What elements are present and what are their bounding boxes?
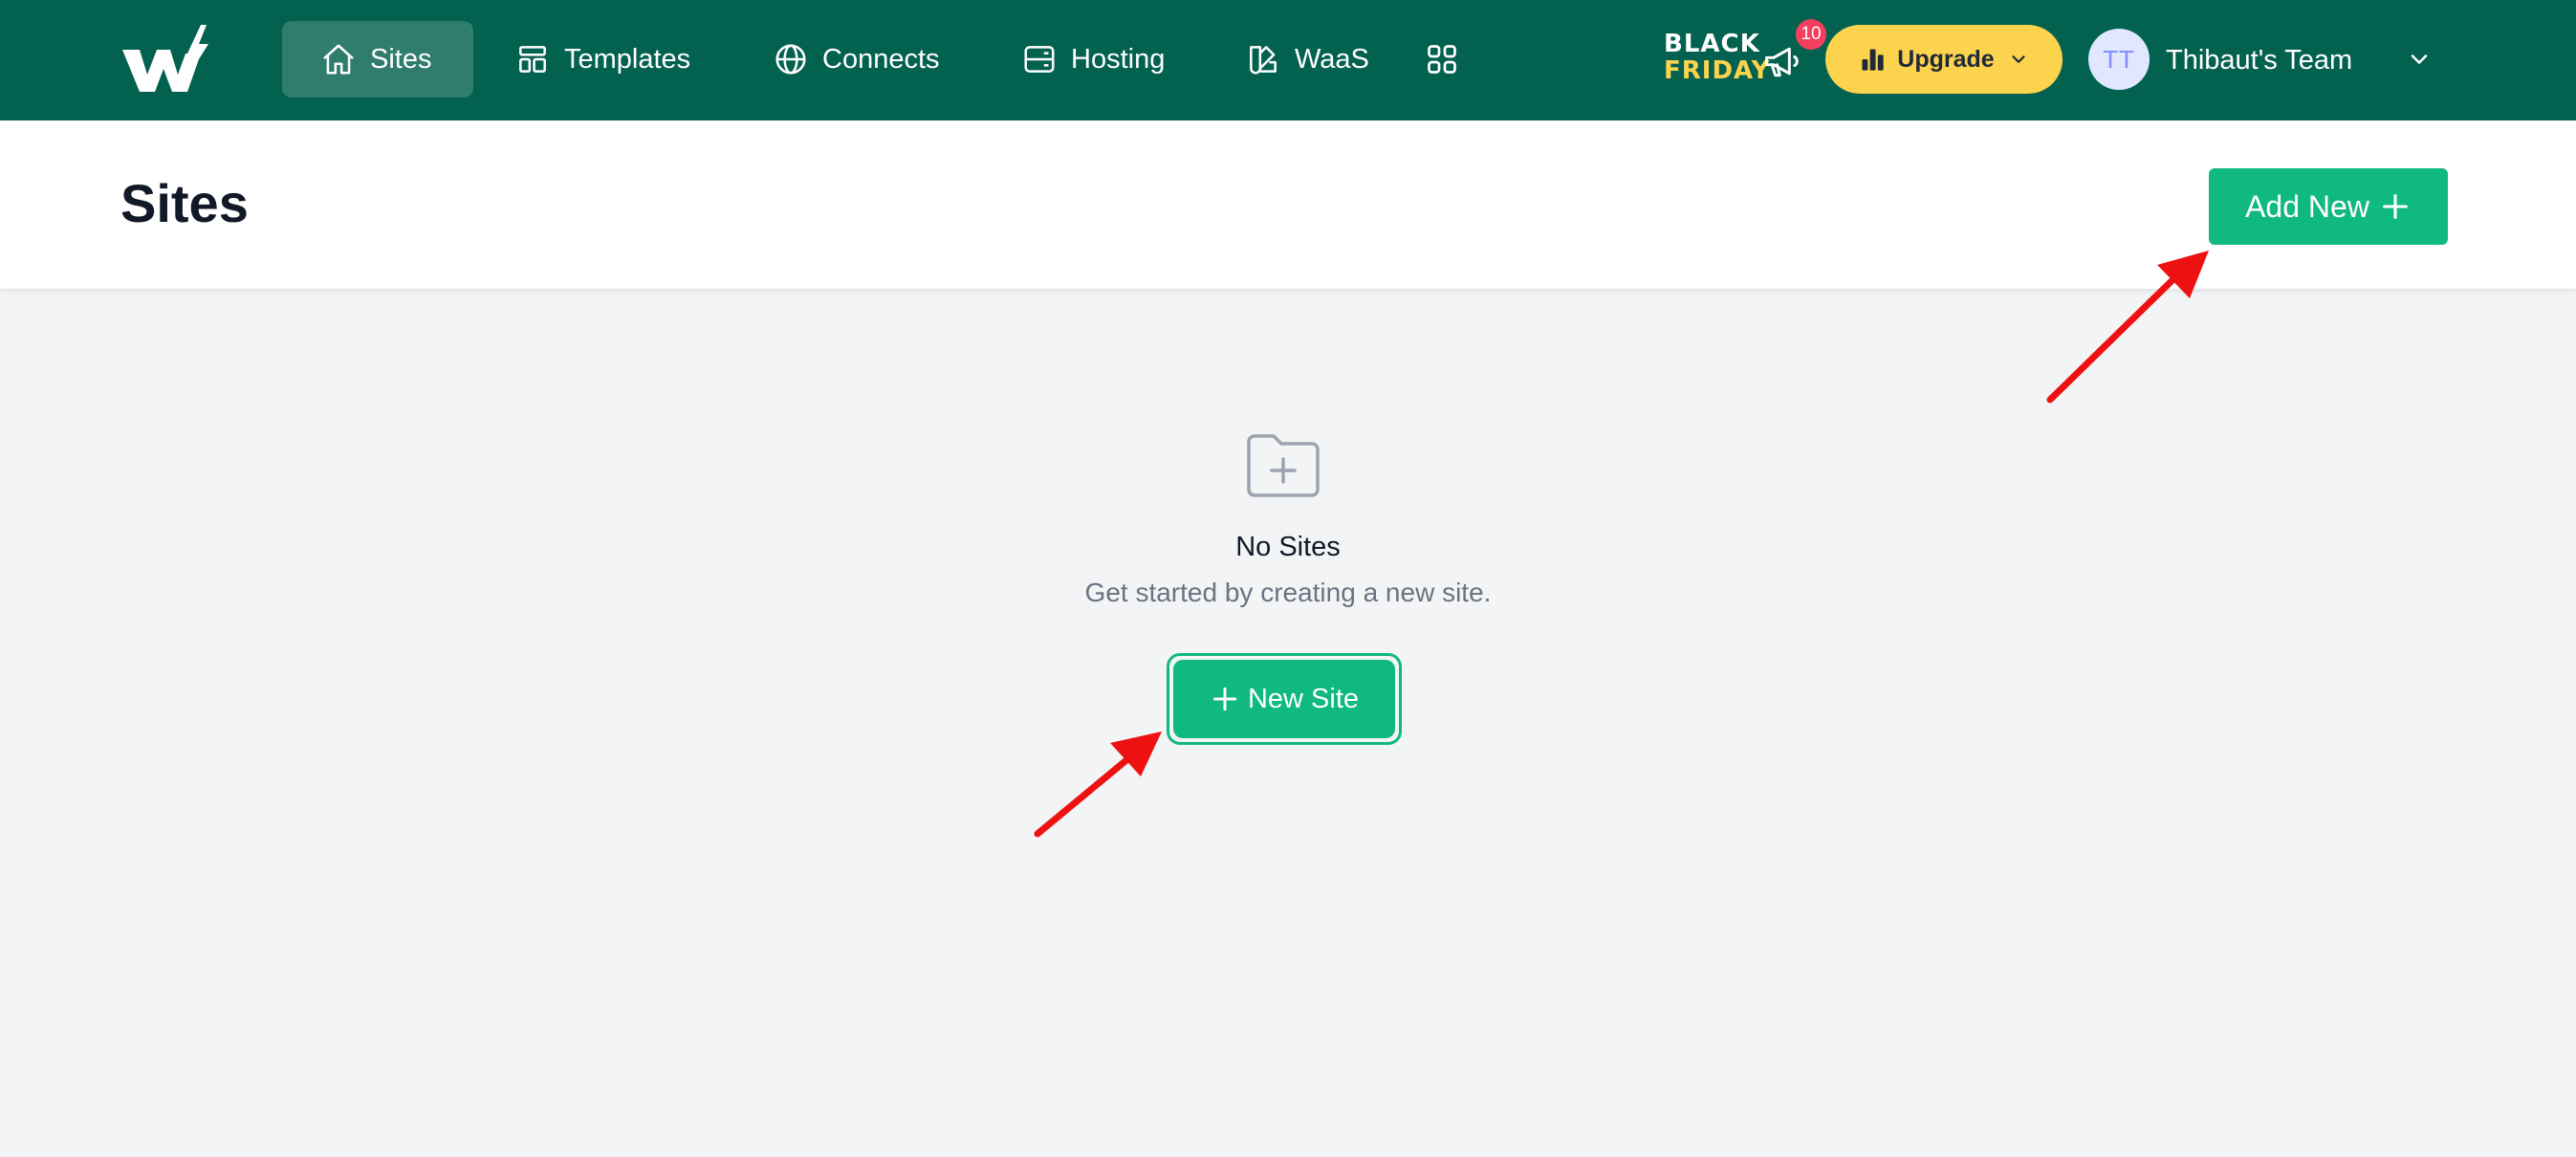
notification-badge: 10 [1796, 19, 1826, 50]
nav-item-label: WaaS [1295, 43, 1369, 75]
template-icon [519, 46, 546, 73]
swatch-icon [1250, 46, 1277, 75]
page-title: Sites [120, 173, 249, 233]
plus-icon [1212, 687, 1237, 711]
add-new-button[interactable]: Add New [2209, 168, 2448, 245]
nav-item-connects[interactable]: Connects [773, 21, 964, 98]
home-icon [323, 44, 354, 75]
empty-state-description: Get started by creating a new site. [1084, 578, 1492, 607]
nav-item-label: Templates [564, 43, 691, 75]
chevron-down-icon[interactable] [2406, 46, 2433, 73]
server-icon [1024, 46, 1055, 73]
upgrade-label: Upgrade [1897, 45, 1995, 73]
empty-state-title: No Sites [1235, 532, 1341, 562]
bar-chart-icon [1862, 49, 1884, 71]
nav-item-label: Hosting [1071, 43, 1166, 75]
black-friday-promo[interactable]: BLACK FRIDAY [1664, 30, 1771, 86]
annotation-arrow-new-site [1034, 731, 1162, 838]
new-site-label: New Site [1247, 683, 1360, 714]
new-site-button[interactable]: New Site [1173, 660, 1395, 738]
folder-plus-icon [1247, 434, 1320, 497]
nav-item-waas[interactable]: WaaS [1245, 21, 1398, 98]
nav-item-hosting[interactable]: Hosting [1021, 21, 1212, 98]
avatar[interactable]: TT [2088, 29, 2150, 90]
chevron-down-icon [2012, 55, 2025, 63]
top-navigation: Sites Templates Connects Hosting WaaS BL… [0, 0, 2576, 120]
upgrade-button[interactable]: Upgrade [1825, 25, 2063, 94]
nav-item-sites[interactable]: Sites [282, 21, 473, 98]
promo-line-2: FRIDAY [1664, 56, 1771, 85]
globe-icon [775, 44, 806, 75]
promo-line-1: BLACK [1664, 30, 1760, 58]
team-name[interactable]: Thibaut's Team [2166, 42, 2352, 78]
add-new-label: Add New [2245, 188, 2369, 224]
nav-item-label: Connects [822, 43, 940, 75]
megaphone-icon[interactable] [1761, 40, 1803, 82]
page-header: Sites Add New [0, 120, 2576, 291]
logo-icon[interactable] [119, 21, 210, 98]
plus-icon [2383, 194, 2408, 219]
nav-item-templates[interactable]: Templates [514, 21, 706, 98]
nav-item-label: Sites [370, 43, 432, 75]
grid-icon[interactable] [1425, 42, 1459, 76]
